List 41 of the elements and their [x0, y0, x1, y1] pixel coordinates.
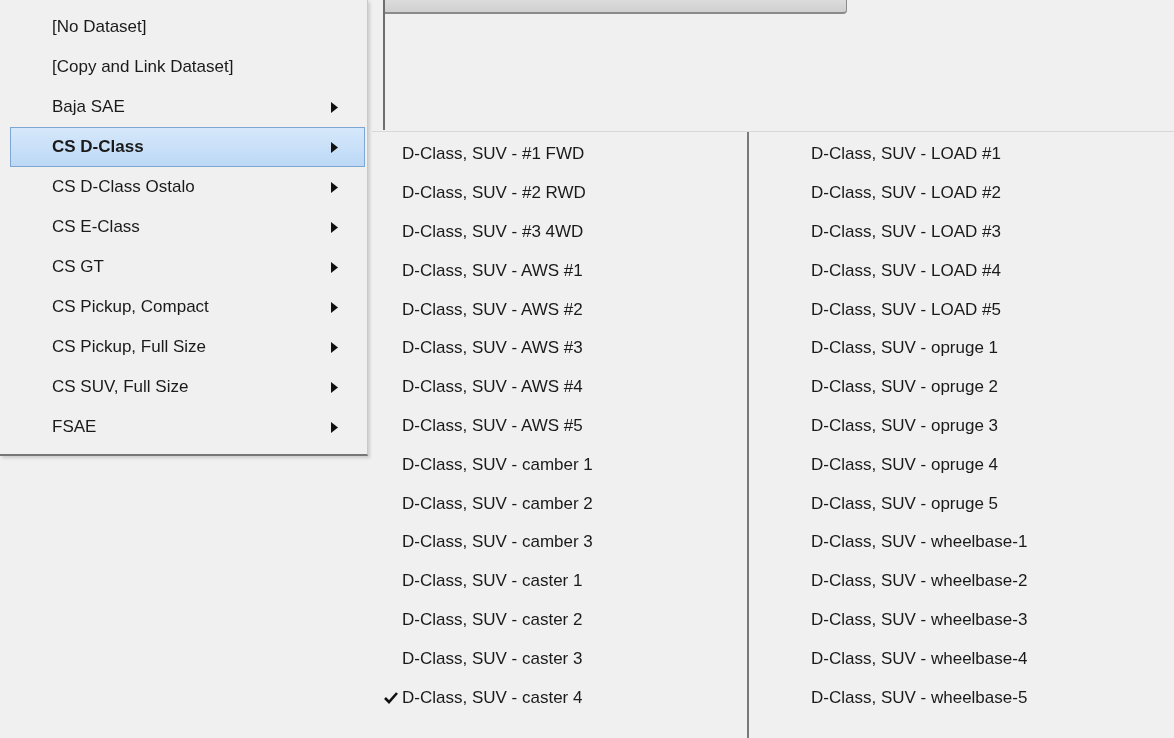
submenu-item[interactable]: D-Class, SUV - opruge 4 [749, 445, 1174, 485]
submenu-item[interactable]: D-Class, SUV - #1 FWD [372, 135, 747, 174]
submenu-item[interactable]: D-Class, SUV - LOAD #3 [749, 212, 1174, 252]
menu-item[interactable]: [No Dataset] [10, 7, 365, 47]
submenu-item[interactable]: D-Class, SUV - LOAD #5 [749, 290, 1174, 329]
menu-item[interactable]: CS Pickup, Compact [10, 287, 365, 327]
menu-item[interactable]: Baja SAE [10, 87, 365, 127]
submenu-item[interactable]: D-Class, SUV - wheelbase-3 [749, 600, 1174, 640]
submenu-item[interactable]: D-Class, SUV - wheelbase-2 [749, 561, 1174, 601]
submenu-item[interactable]: D-Class, SUV - opruge 3 [749, 406, 1174, 446]
submenu-item[interactable]: D-Class, SUV - wheelbase-5 [749, 678, 1174, 717]
menu-item[interactable]: CS D-Class Ostalo [10, 167, 365, 207]
submenu-item[interactable]: D-Class, SUV - #3 4WD [372, 212, 747, 252]
submenu-item[interactable]: D-Class, SUV - AWS #2 [372, 290, 747, 329]
submenu-item[interactable]: D-Class, SUV - caster 3 [372, 639, 747, 679]
menu-item[interactable]: CS D-Class [10, 127, 365, 167]
submenu-item[interactable]: D-Class, SUV - camber 1 [372, 445, 747, 485]
submenu-item[interactable]: D-Class, SUV - LOAD #2 [749, 173, 1174, 213]
menu-item[interactable]: [Copy and Link Dataset] [10, 47, 365, 87]
submenu-item[interactable]: D-Class, SUV - opruge 5 [749, 484, 1174, 523]
menu-item[interactable]: CS GT [10, 247, 365, 287]
menu-item[interactable]: CS SUV, Full Size [10, 367, 365, 407]
submenu-item[interactable]: D-Class, SUV - caster 2 [372, 600, 747, 640]
menu-item[interactable]: CS E-Class [10, 207, 365, 247]
submenu-item[interactable]: D-Class, SUV - AWS #5 [372, 406, 747, 446]
submenu-item[interactable]: D-Class, SUV - caster 1 [372, 561, 747, 601]
submenu-item[interactable]: D-Class, SUV - wheelbase-4 [749, 639, 1174, 679]
submenu-item[interactable]: D-Class, SUV - wheelbase-1 [749, 522, 1174, 562]
menu-item[interactable]: FSAE [10, 407, 365, 447]
submenu-item[interactable]: D-Class, SUV - AWS #3 [372, 329, 747, 368]
submenu-item[interactable]: D-Class, SUV - #2 RWD [372, 173, 747, 213]
submenu-item[interactable]: D-Class, SUV - camber 2 [372, 484, 747, 523]
submenu-item[interactable]: D-Class, SUV - opruge 1 [749, 329, 1174, 368]
submenu-item[interactable]: D-Class, SUV - camber 3 [372, 522, 747, 562]
submenu-item[interactable]: D-Class, SUV - opruge 2 [749, 367, 1174, 407]
submenu-item[interactable]: D-Class, SUV - AWS #4 [372, 367, 747, 407]
submenu-item[interactable]: D-Class, SUV - AWS #1 [372, 251, 747, 291]
menu-item[interactable]: CS Pickup, Full Size [10, 327, 365, 367]
submenu-item[interactable]: D-Class, SUV - caster 4 [372, 678, 747, 717]
submenu-item[interactable]: D-Class, SUV - LOAD #1 [749, 135, 1174, 174]
submenu-item[interactable]: D-Class, SUV - LOAD #4 [749, 251, 1174, 291]
